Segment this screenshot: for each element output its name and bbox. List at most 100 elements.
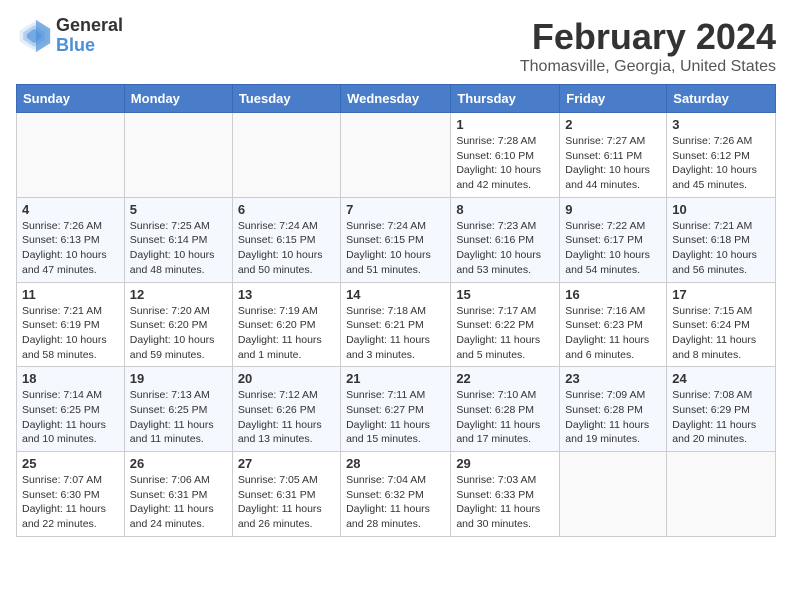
- calendar-cell: 27Sunrise: 7:05 AM Sunset: 6:31 PM Dayli…: [232, 452, 340, 537]
- calendar-cell: 1 Sunrise: 7:28 AM Sunset: 6:10 PM Daylig…: [451, 113, 560, 198]
- day-number: 6: [238, 202, 335, 217]
- day-number: 14: [346, 287, 445, 302]
- header-day-tuesday: Tuesday: [232, 85, 340, 113]
- calendar-cell: [667, 452, 776, 537]
- calendar-cell: 17 Sunrise: 7:15 AM Sunset: 6:24 PM Dayli…: [667, 282, 776, 367]
- day-number: 29: [456, 456, 554, 471]
- calendar-cell: 3 Sunrise: 7:26 AM Sunset: 6:12 PM Daylig…: [667, 113, 776, 198]
- calendar-cell: 22 Sunrise: 7:10 AM Sunset: 6:28 PM Dayli…: [451, 367, 560, 452]
- day-number: 16: [565, 287, 661, 302]
- calendar-cell: [17, 113, 125, 198]
- calendar-table: SundayMondayTuesdayWednesdayThursdayFrid…: [16, 84, 776, 537]
- calendar-cell: 25 Sunrise: 7:07 AM Sunset: 6:30 PM Dayli…: [17, 452, 125, 537]
- calendar-cell: 8 Sunrise: 7:23 AM Sunset: 6:16 PM Daylig…: [451, 197, 560, 282]
- day-info: Sunrise: 7:26 AM Sunset: 6:13 PM Dayligh…: [22, 219, 119, 278]
- day-info: Sunrise: 7:14 AM Sunset: 6:25 PM Dayligh…: [22, 388, 119, 447]
- day-info: Sunrise: 7:16 AM Sunset: 6:23 PM Dayligh…: [565, 304, 661, 363]
- logo-general: General: [56, 16, 123, 36]
- day-number: 26: [130, 456, 227, 471]
- calendar-cell: [341, 113, 451, 198]
- calendar-cell: [232, 113, 340, 198]
- calendar-cell: [124, 113, 232, 198]
- calendar-cell: 7 Sunrise: 7:24 AM Sunset: 6:15 PM Daylig…: [341, 197, 451, 282]
- header-day-monday: Monday: [124, 85, 232, 113]
- logo: General Blue: [16, 16, 123, 56]
- calendar-week-row: 4 Sunrise: 7:26 AM Sunset: 6:13 PM Daylig…: [17, 197, 776, 282]
- calendar-cell: 28 Sunrise: 7:04 AM Sunset: 6:32 PM Dayli…: [341, 452, 451, 537]
- calendar-cell: 24 Sunrise: 7:08 AM Sunset: 6:29 PM Dayli…: [667, 367, 776, 452]
- day-info: Sunrise: 7:27 AM Sunset: 6:11 PM Dayligh…: [565, 134, 661, 193]
- calendar-cell: 10Sunrise: 7:21 AM Sunset: 6:18 PM Dayli…: [667, 197, 776, 282]
- day-info: Sunrise: 7:15 AM Sunset: 6:24 PM Dayligh…: [672, 304, 770, 363]
- day-number: 21: [346, 371, 445, 386]
- day-number: 24: [672, 371, 770, 386]
- day-info: Sunrise: 7:19 AM Sunset: 6:20 PM Dayligh…: [238, 304, 335, 363]
- day-info: Sunrise: 7:26 AM Sunset: 6:12 PM Dayligh…: [672, 134, 770, 193]
- day-number: 28: [346, 456, 445, 471]
- day-number: 10: [672, 202, 770, 217]
- calendar-cell: 9Sunrise: 7:22 AM Sunset: 6:17 PM Daylig…: [560, 197, 667, 282]
- day-info: Sunrise: 7:04 AM Sunset: 6:32 PM Dayligh…: [346, 473, 445, 532]
- day-number: 12: [130, 287, 227, 302]
- day-info: Sunrise: 7:18 AM Sunset: 6:21 PM Dayligh…: [346, 304, 445, 363]
- day-info: Sunrise: 7:13 AM Sunset: 6:25 PM Dayligh…: [130, 388, 227, 447]
- day-number: 22: [456, 371, 554, 386]
- calendar-cell: 23Sunrise: 7:09 AM Sunset: 6:28 PM Dayli…: [560, 367, 667, 452]
- title-area: February 2024 Thomasville, Georgia, Unit…: [520, 16, 776, 76]
- day-number: 11: [22, 287, 119, 302]
- day-number: 4: [22, 202, 119, 217]
- calendar-cell: 13Sunrise: 7:19 AM Sunset: 6:20 PM Dayli…: [232, 282, 340, 367]
- day-number: 20: [238, 371, 335, 386]
- calendar-cell: 12Sunrise: 7:20 AM Sunset: 6:20 PM Dayli…: [124, 282, 232, 367]
- day-info: Sunrise: 7:28 AM Sunset: 6:10 PM Dayligh…: [456, 134, 554, 193]
- day-number: 3: [672, 117, 770, 132]
- day-number: 17: [672, 287, 770, 302]
- calendar-cell: [560, 452, 667, 537]
- day-info: Sunrise: 7:12 AM Sunset: 6:26 PM Dayligh…: [238, 388, 335, 447]
- day-info: Sunrise: 7:07 AM Sunset: 6:30 PM Dayligh…: [22, 473, 119, 532]
- location-title: Thomasville, Georgia, United States: [520, 58, 776, 76]
- month-title: February 2024: [520, 16, 776, 58]
- calendar-cell: 21Sunrise: 7:11 AM Sunset: 6:27 PM Dayli…: [341, 367, 451, 452]
- calendar-cell: 26 Sunrise: 7:06 AM Sunset: 6:31 PM Dayli…: [124, 452, 232, 537]
- calendar-week-row: 11 Sunrise: 7:21 AM Sunset: 6:19 PM Dayli…: [17, 282, 776, 367]
- day-info: Sunrise: 7:24 AM Sunset: 6:15 PM Dayligh…: [238, 219, 335, 278]
- day-number: 1: [456, 117, 554, 132]
- day-info: Sunrise: 7:23 AM Sunset: 6:16 PM Dayligh…: [456, 219, 554, 278]
- calendar-cell: 16 Sunrise: 7:16 AM Sunset: 6:23 PM Dayli…: [560, 282, 667, 367]
- calendar-cell: 6 Sunrise: 7:24 AM Sunset: 6:15 PM Daylig…: [232, 197, 340, 282]
- calendar-cell: 5Sunrise: 7:25 AM Sunset: 6:14 PM Daylig…: [124, 197, 232, 282]
- day-number: 19: [130, 371, 227, 386]
- day-info: Sunrise: 7:09 AM Sunset: 6:28 PM Dayligh…: [565, 388, 661, 447]
- calendar-cell: 18 Sunrise: 7:14 AM Sunset: 6:25 PM Dayli…: [17, 367, 125, 452]
- calendar-week-row: 18 Sunrise: 7:14 AM Sunset: 6:25 PM Dayli…: [17, 367, 776, 452]
- header-day-thursday: Thursday: [451, 85, 560, 113]
- day-info: Sunrise: 7:22 AM Sunset: 6:17 PM Dayligh…: [565, 219, 661, 278]
- calendar-header-row: SundayMondayTuesdayWednesdayThursdayFrid…: [17, 85, 776, 113]
- logo-blue: Blue: [56, 36, 123, 56]
- day-number: 7: [346, 202, 445, 217]
- calendar-cell: 14 Sunrise: 7:18 AM Sunset: 6:21 PM Dayli…: [341, 282, 451, 367]
- header-day-wednesday: Wednesday: [341, 85, 451, 113]
- logo-text: General Blue: [56, 16, 123, 56]
- calendar-cell: 11 Sunrise: 7:21 AM Sunset: 6:19 PM Dayli…: [17, 282, 125, 367]
- day-info: Sunrise: 7:24 AM Sunset: 6:15 PM Dayligh…: [346, 219, 445, 278]
- calendar-week-row: 25 Sunrise: 7:07 AM Sunset: 6:30 PM Dayli…: [17, 452, 776, 537]
- calendar-cell: 29Sunrise: 7:03 AM Sunset: 6:33 PM Dayli…: [451, 452, 560, 537]
- day-info: Sunrise: 7:21 AM Sunset: 6:19 PM Dayligh…: [22, 304, 119, 363]
- day-number: 8: [456, 202, 554, 217]
- day-info: Sunrise: 7:17 AM Sunset: 6:22 PM Dayligh…: [456, 304, 554, 363]
- calendar-cell: 20 Sunrise: 7:12 AM Sunset: 6:26 PM Dayli…: [232, 367, 340, 452]
- logo-icon: [16, 18, 52, 54]
- page-header: General Blue February 2024 Thomasville, …: [16, 16, 776, 76]
- header-day-saturday: Saturday: [667, 85, 776, 113]
- day-number: 25: [22, 456, 119, 471]
- day-info: Sunrise: 7:08 AM Sunset: 6:29 PM Dayligh…: [672, 388, 770, 447]
- calendar-cell: 15 Sunrise: 7:17 AM Sunset: 6:22 PM Dayli…: [451, 282, 560, 367]
- day-number: 5: [130, 202, 227, 217]
- day-number: 15: [456, 287, 554, 302]
- day-info: Sunrise: 7:06 AM Sunset: 6:31 PM Dayligh…: [130, 473, 227, 532]
- day-info: Sunrise: 7:10 AM Sunset: 6:28 PM Dayligh…: [456, 388, 554, 447]
- day-number: 18: [22, 371, 119, 386]
- calendar-cell: 2Sunrise: 7:27 AM Sunset: 6:11 PM Daylig…: [560, 113, 667, 198]
